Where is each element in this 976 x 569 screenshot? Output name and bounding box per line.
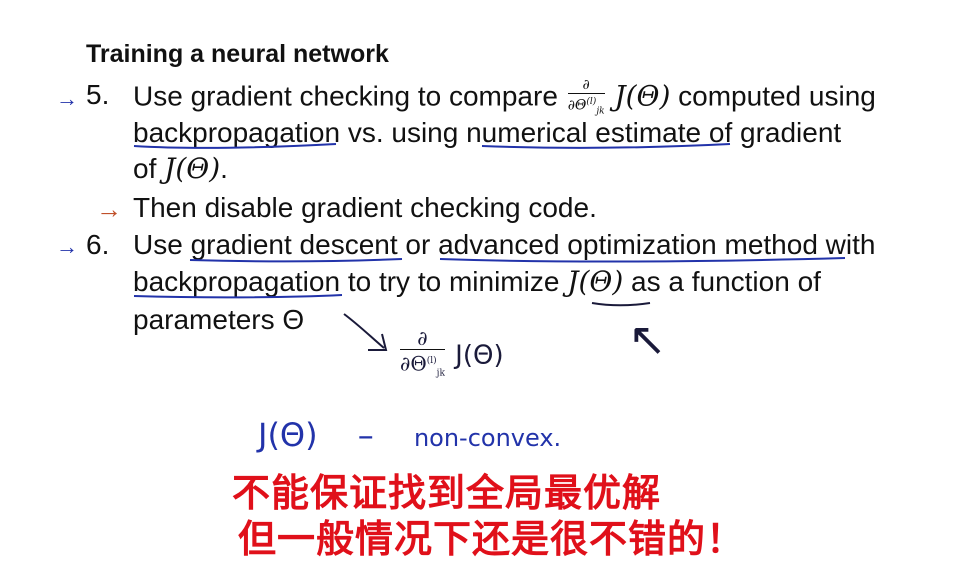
underline-advanced-optimization [439, 257, 846, 263]
ink-annotations [133, 143, 846, 351]
underline-numerical-estimate [481, 143, 731, 149]
underline-backpropagation-1 [133, 143, 337, 149]
underline-gradient-descent [189, 258, 403, 263]
handwritten-arrow-stroke [343, 313, 388, 351]
underline-cost-function [591, 302, 651, 307]
underline-backpropagation-2 [133, 294, 343, 299]
